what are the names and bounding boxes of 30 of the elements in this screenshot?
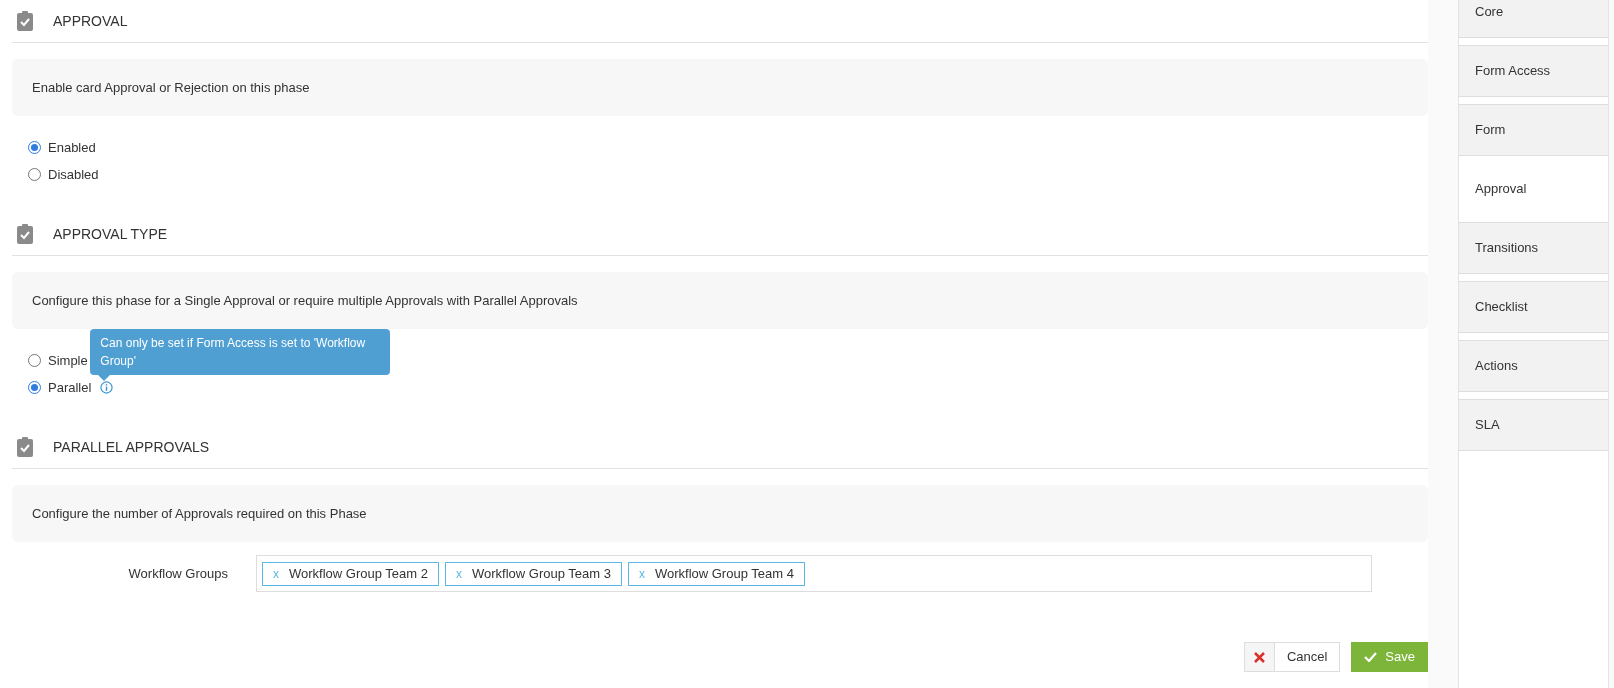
- sidebar-tab[interactable]: Form: [1459, 104, 1608, 156]
- section-title: APPROVAL: [53, 11, 128, 31]
- radio-label[interactable]: Disabled: [48, 164, 99, 185]
- section-title: PARALLEL APPROVALS: [53, 437, 210, 457]
- close-icon: [1253, 651, 1265, 663]
- section-description: Enable card Approval or Rejection on this phase: [32, 78, 310, 97]
- cancel-button[interactable]: Cancel: [1243, 642, 1341, 672]
- clipboard-check-icon: [17, 224, 33, 244]
- tooltip-pointer: [98, 375, 111, 381]
- sidebar-tab[interactable]: Form Access: [1459, 45, 1608, 97]
- tag-label: Workflow Group Team 2: [289, 564, 428, 583]
- tag-label: Workflow Group Team 4: [654, 564, 794, 583]
- info-icon[interactable]: [100, 381, 114, 394]
- sidebar-tab[interactable]: Actions: [1459, 340, 1608, 392]
- sidebar-tab[interactable]: Checklist: [1459, 281, 1608, 333]
- radio-label[interactable]: Enabled: [48, 137, 96, 158]
- radio-label[interactable]: Simple: [48, 350, 88, 371]
- sidebar-tab[interactable]: SLA: [1459, 399, 1608, 451]
- checkmark-icon: [1364, 652, 1378, 662]
- section-description: Configure this phase for a Single Approval or require multiple Approvals with Parallel Approvals: [32, 291, 578, 310]
- field-label: Workflow Groups: [127, 564, 229, 583]
- section-title: APPROVAL TYPE: [53, 224, 168, 244]
- section-description: Configure the number of Approvals required on this Phase: [32, 504, 367, 523]
- clipboard-check-icon: [17, 11, 33, 31]
- tooltip: Can only be set if Form Access is set to 'Workflow Group': [90, 329, 391, 375]
- radio-label[interactable]: Parallel: [48, 377, 92, 398]
- sidebar-tab[interactable]: Transitions: [1459, 222, 1608, 274]
- clipboard-check-icon: [17, 437, 33, 457]
- sidebar-tab[interactable]: Core: [1459, 0, 1608, 38]
- tag-label: Workflow Group Team 3: [471, 564, 611, 583]
